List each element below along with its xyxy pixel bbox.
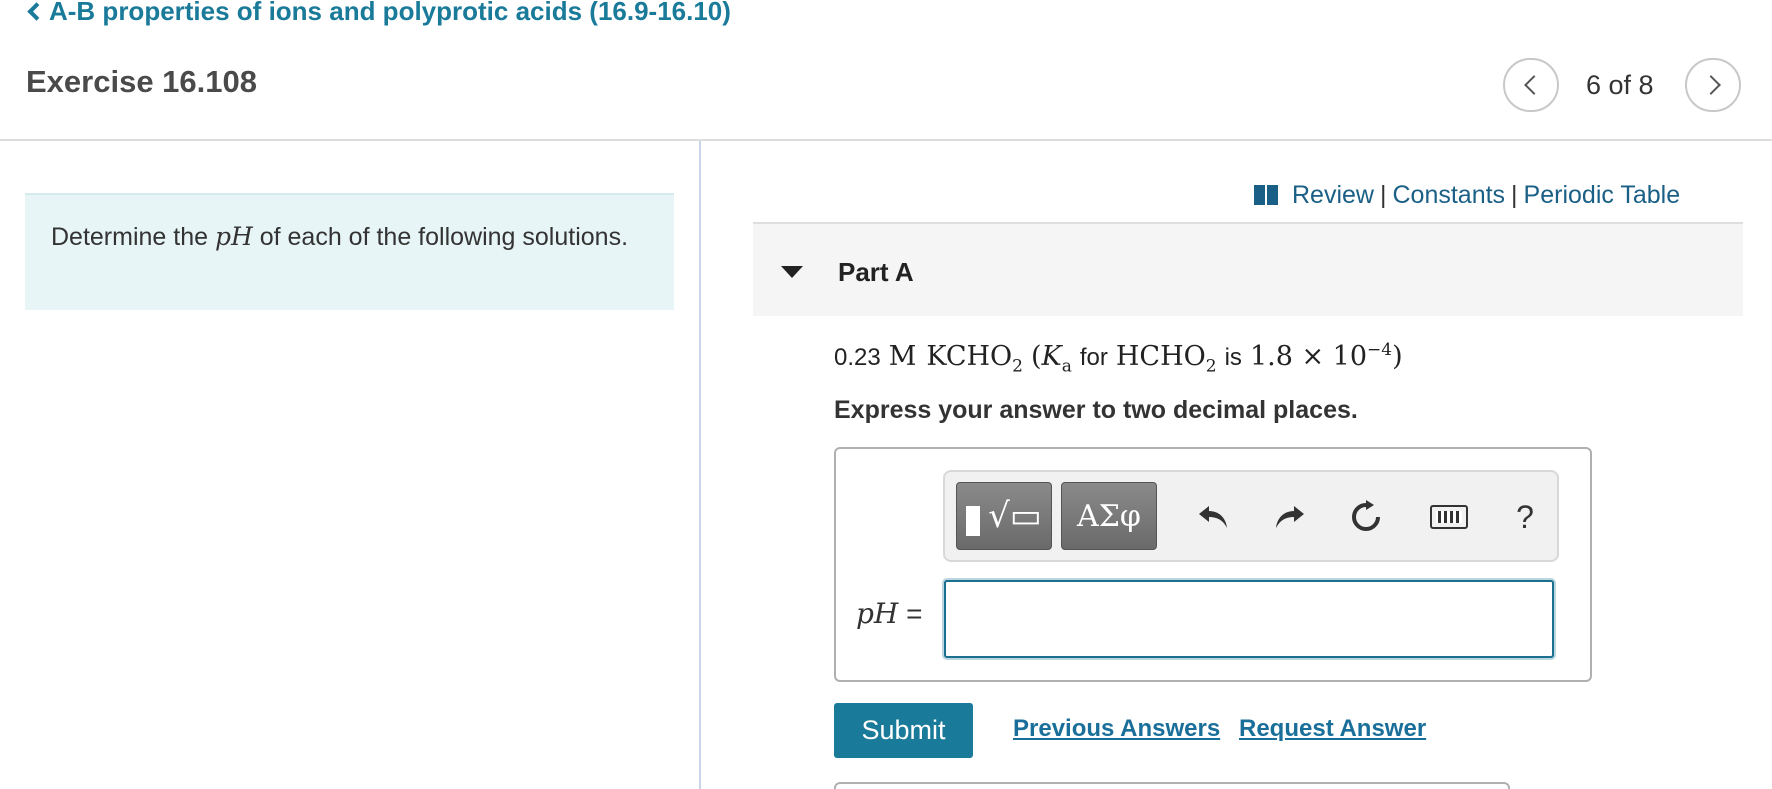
answer-label: pH = xyxy=(856,597,923,630)
answer-container: √▭ ΑΣφ ? pH = xyxy=(834,447,1592,682)
intro-prefix: Determine the xyxy=(51,223,215,251)
answer-instruction: Express your answer to two decimal place… xyxy=(834,396,1358,424)
breadcrumb-back-link[interactable]: A-B properties of ions and polyprotic ac… xyxy=(24,0,731,26)
exercise-title: Exercise 16.108 xyxy=(26,64,257,99)
request-answer-link[interactable]: Request Answer xyxy=(1239,715,1426,743)
submit-button[interactable]: Submit xyxy=(834,703,973,758)
open-paren: ( xyxy=(1031,341,1042,372)
reset-icon[interactable] xyxy=(1342,492,1390,542)
part-a-header[interactable]: Part A xyxy=(753,222,1743,316)
link-separator: | xyxy=(1511,180,1518,209)
radical-template-icon: √▭ xyxy=(988,496,1042,536)
problem-intro: Determine the pH of each of the followin… xyxy=(25,193,674,310)
periodic-table-link[interactable]: Periodic Table xyxy=(1524,181,1681,210)
panel-divider xyxy=(699,141,701,789)
intro-math-ph: pH xyxy=(214,222,253,251)
resource-links: Review | Constants | Periodic Table xyxy=(1254,180,1680,210)
chevron-left-icon xyxy=(1523,75,1544,95)
concentration: 0.23 xyxy=(834,344,881,371)
molar-unit: M xyxy=(888,341,917,372)
intro-suffix: of each of the following solutions. xyxy=(252,223,629,251)
chevron-right-icon xyxy=(1700,75,1721,95)
ph-answer-input[interactable] xyxy=(944,580,1554,658)
compound-formula: KCHO2 xyxy=(926,341,1023,377)
template-box-icon xyxy=(966,506,981,536)
ka-value: 1.8 × 10−4 xyxy=(1249,340,1393,372)
keyboard-icon[interactable] xyxy=(1421,492,1477,542)
question-text: 0.23 M KCHO2 ( Ka for HCHO2 is 1.8 × 10−… xyxy=(834,340,1403,380)
math-toolbar: √▭ ΑΣφ ? xyxy=(943,470,1559,562)
for-text: for xyxy=(1079,344,1108,371)
acid-formula: HCHO2 xyxy=(1115,341,1217,377)
close-paren: ) xyxy=(1392,341,1403,372)
is-text: is xyxy=(1224,344,1242,371)
undo-icon[interactable] xyxy=(1190,492,1238,542)
redo-icon[interactable] xyxy=(1265,492,1313,542)
caret-down-icon[interactable] xyxy=(781,266,803,278)
page-counter: 6 of 8 xyxy=(1586,70,1654,100)
previous-answers-link[interactable]: Previous Answers xyxy=(1013,715,1220,743)
part-title: Part A xyxy=(838,257,914,287)
book-icon xyxy=(1254,185,1280,205)
templates-button[interactable]: √▭ xyxy=(956,482,1052,550)
next-exercise-button[interactable] xyxy=(1685,58,1741,112)
greek-symbols-button[interactable]: ΑΣφ xyxy=(1061,482,1157,550)
previous-exercise-button[interactable] xyxy=(1503,58,1559,112)
review-link[interactable]: Review xyxy=(1292,181,1374,210)
header-divider xyxy=(0,139,1772,141)
help-button[interactable]: ? xyxy=(1501,492,1549,542)
link-separator: | xyxy=(1379,180,1387,209)
constants-link[interactable]: Constants xyxy=(1392,181,1505,210)
chevron-left-icon xyxy=(27,1,46,21)
next-part-card xyxy=(834,782,1510,789)
breadcrumb-text: A-B properties of ions and polyprotic ac… xyxy=(49,0,731,26)
ka-symbol: Ka xyxy=(1041,341,1072,377)
